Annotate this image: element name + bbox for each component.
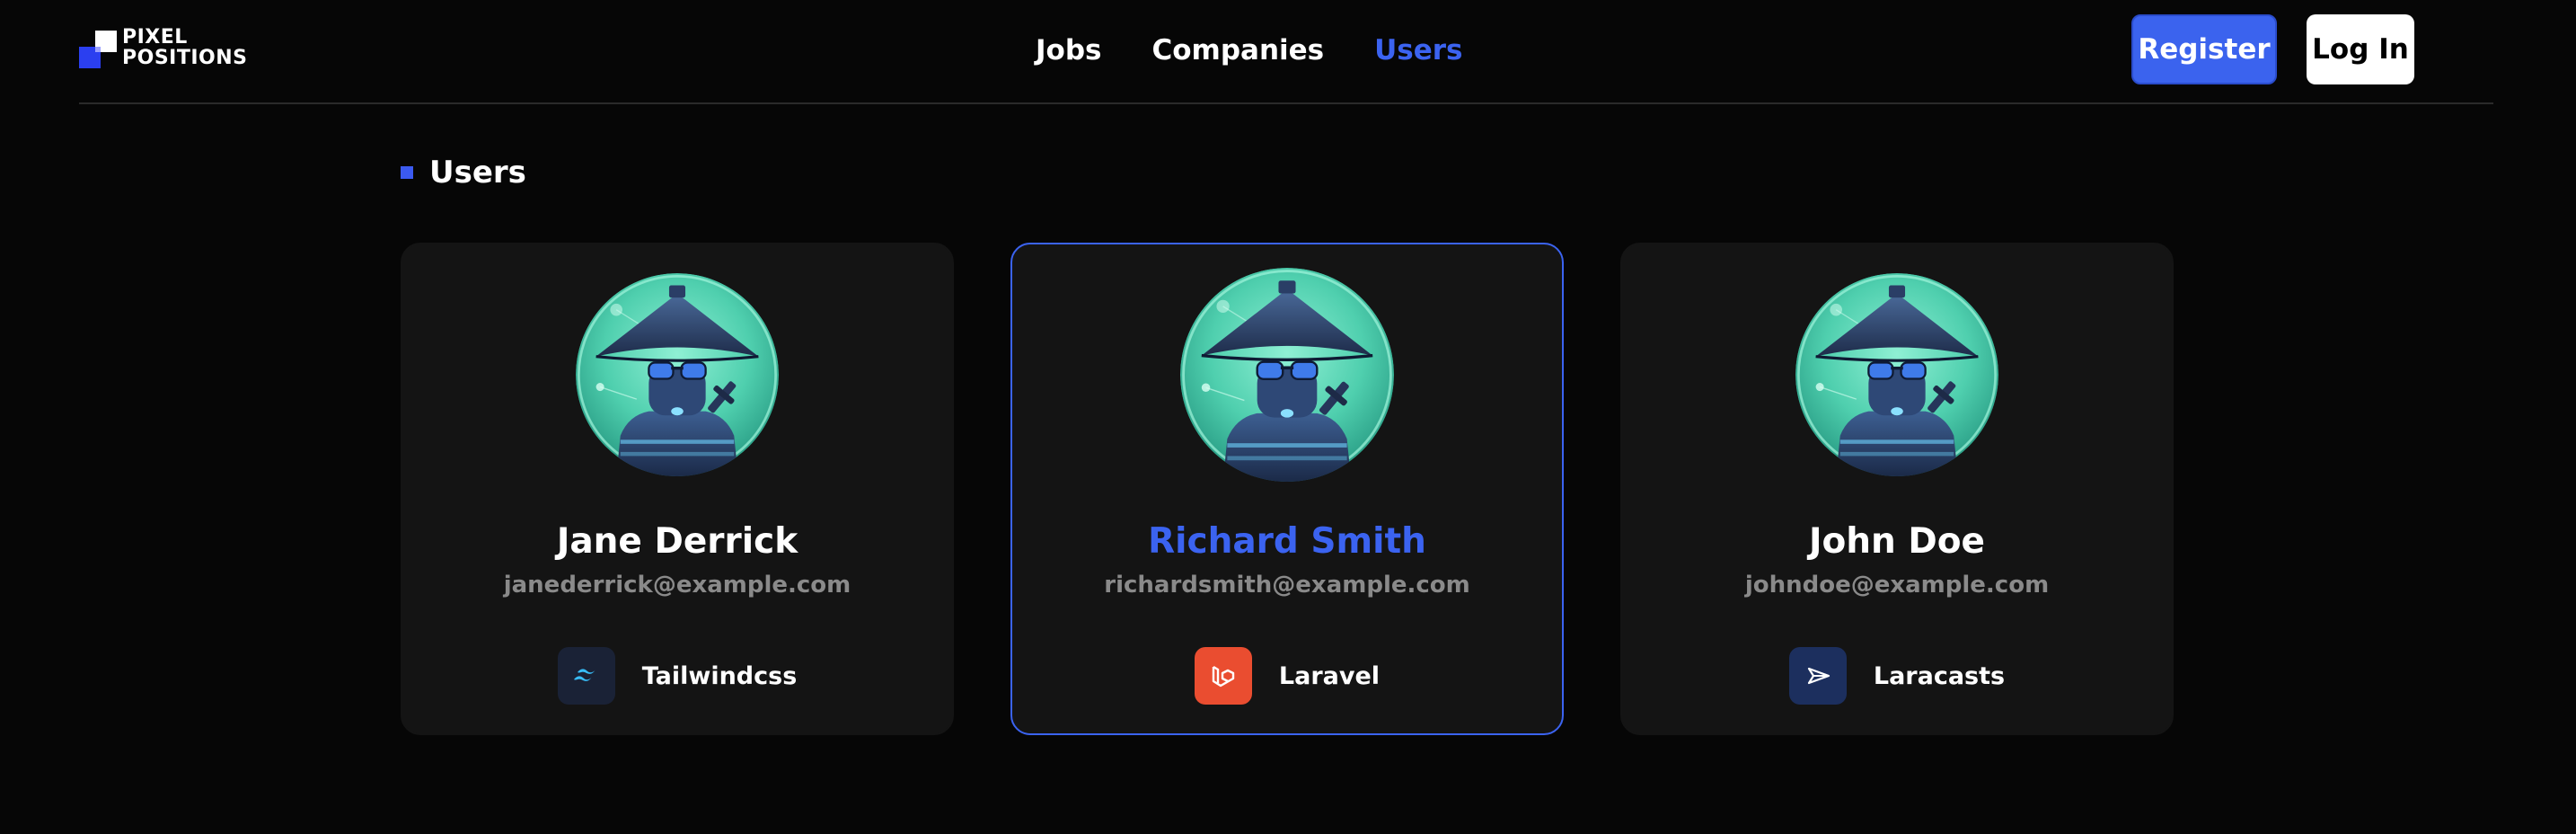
user-name: John Doe: [1808, 521, 1986, 562]
company-name: Laracasts: [1873, 661, 2006, 690]
user-card[interactable]: Richard Smith richardsmith@example.com L…: [1010, 243, 1564, 735]
nav-link-jobs[interactable]: Jobs: [1036, 34, 1101, 67]
user-name: Jane Derrick: [556, 521, 798, 562]
laracasts-icon: [1788, 647, 1847, 705]
avatar: [1180, 268, 1394, 482]
user-email: janederrick@example.com: [503, 572, 851, 599]
tailwind-icon: [557, 647, 615, 705]
user-card[interactable]: John Doe johndoe@example.com Laracasts: [1620, 243, 2174, 735]
section-title: Users: [429, 155, 526, 191]
avatar: [1795, 273, 1998, 476]
pixel-positions-logo[interactable]: Pixel Positions: [79, 27, 250, 70]
user-name: Richard Smith: [1148, 521, 1426, 562]
logo-icon: [79, 31, 119, 70]
logo-line-2: Positions: [122, 47, 248, 69]
avatar: [576, 273, 779, 476]
company-name: Tailwindcss: [641, 661, 798, 690]
logo-line-1: Pixel: [122, 26, 188, 49]
user-card[interactable]: Jane Derrick janederrick@example.com Tai…: [401, 243, 954, 735]
user-company: Laravel: [1012, 647, 1562, 705]
company-name: Laravel: [1278, 661, 1381, 690]
user-company: Tailwindcss: [402, 647, 952, 705]
register-button[interactable]: Register: [2131, 14, 2277, 84]
user-email: johndoe@example.com: [1744, 572, 2050, 599]
laravel-icon: [1194, 647, 1252, 705]
logo-text: Pixel Positions: [122, 27, 248, 68]
user-email: richardsmith@example.com: [1104, 572, 1470, 599]
nav-link-users[interactable]: Users: [1374, 34, 1462, 67]
section-heading: Users: [401, 155, 526, 191]
user-company: Laracasts: [1622, 647, 2172, 705]
nav-link-companies[interactable]: Companies: [1151, 34, 1324, 67]
login-button[interactable]: Log In: [2307, 14, 2414, 84]
heading-bullet-icon: [401, 166, 413, 179]
main-nav: Jobs Companies Users: [1036, 25, 1463, 75]
